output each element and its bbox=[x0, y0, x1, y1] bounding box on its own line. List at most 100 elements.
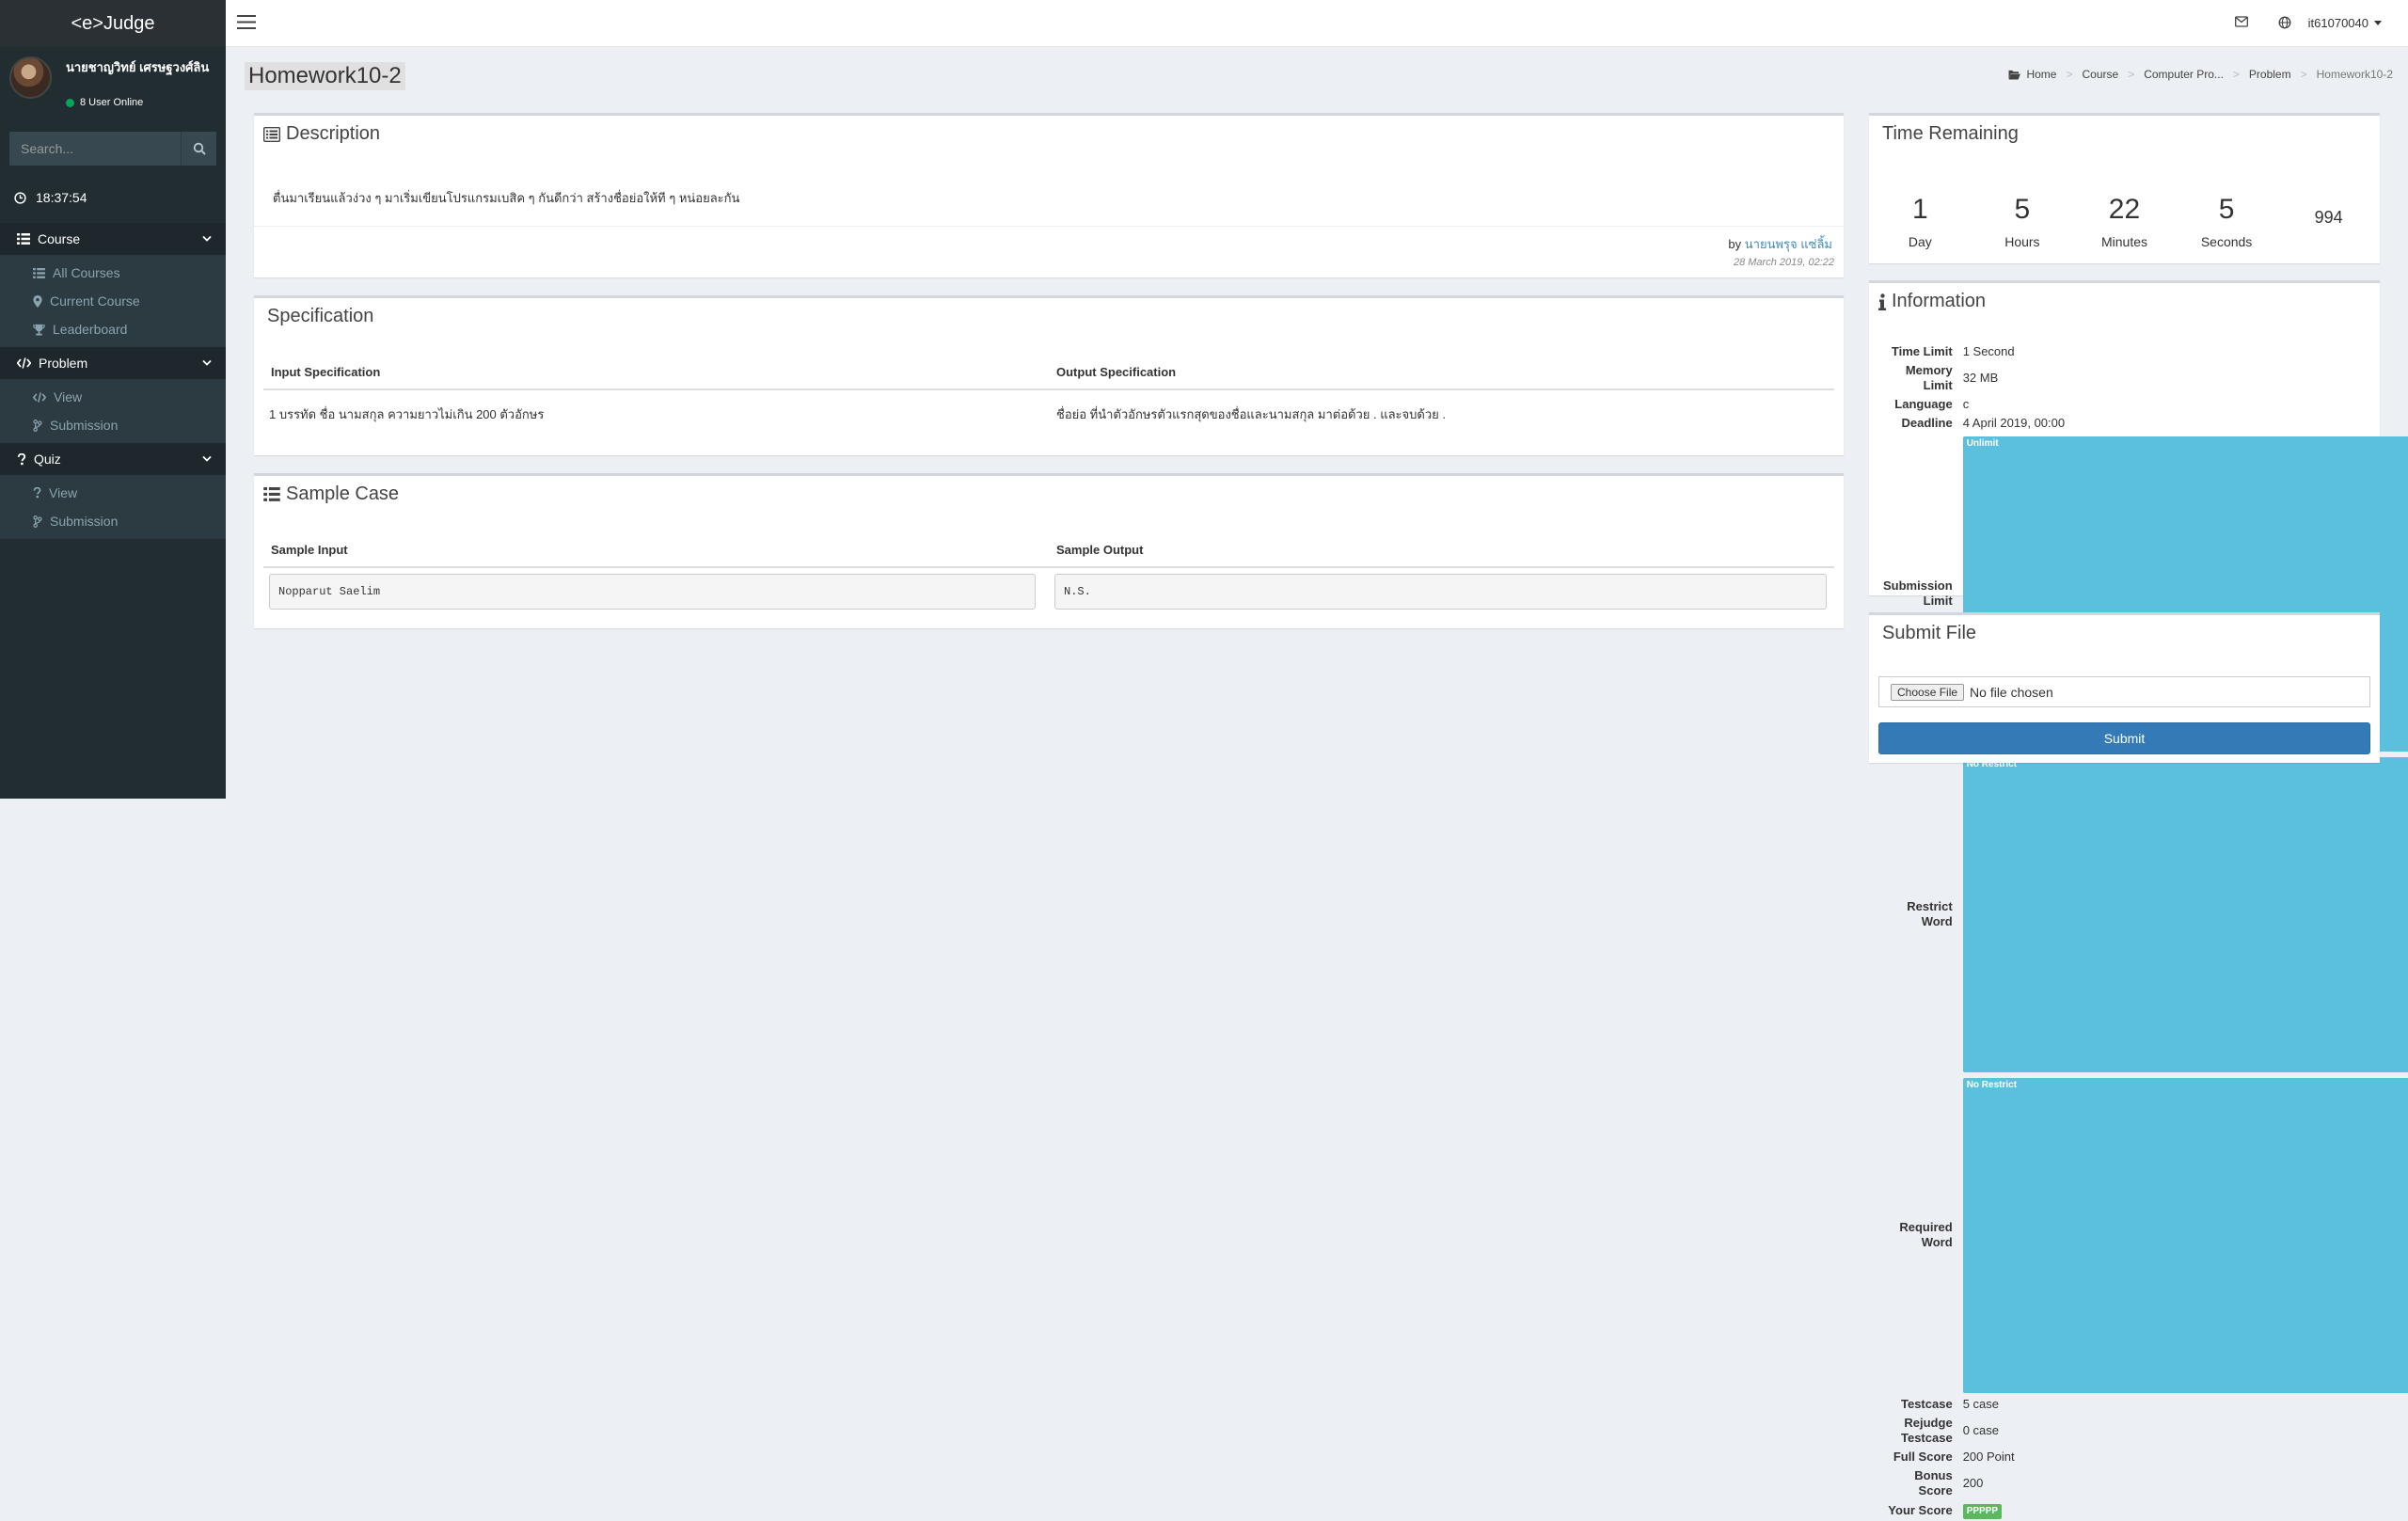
code-icon bbox=[17, 357, 31, 369]
info-row: Restrict Word No Restrict bbox=[1880, 753, 2408, 1074]
file-status: No file chosen bbox=[1970, 684, 2053, 700]
countdown-label: Seconds bbox=[2200, 234, 2253, 249]
sidebar-item-current-course[interactable]: Current Course bbox=[0, 287, 226, 315]
information-title: Information bbox=[1892, 291, 1987, 311]
top-navbar: it61070040 bbox=[226, 0, 2408, 47]
sidebar-item-quiz-view[interactable]: View bbox=[0, 479, 226, 507]
info-key: Deadline bbox=[1901, 416, 1953, 430]
info-row: Memory Limit 32 MB bbox=[1880, 361, 2408, 395]
info-row: Deadline 4 April 2019, 00:00 bbox=[1880, 414, 2408, 433]
info-key: Bonus Score bbox=[1914, 1468, 1953, 1497]
sidebar-search: Search... bbox=[9, 132, 216, 166]
messages-button[interactable] bbox=[2235, 16, 2248, 27]
specification-box: Specification Input Specification Output… bbox=[254, 295, 1844, 455]
question-icon bbox=[17, 452, 26, 465]
search-input[interactable]: Search... bbox=[9, 132, 181, 166]
information-box: Information Time Limit 1 Second Memory Lim… bbox=[1869, 280, 2408, 1519]
countdown-label: Minutes bbox=[2100, 234, 2147, 249]
info-row: Bonus Score 200 bbox=[1880, 1466, 2408, 1500]
info-key: Your Score bbox=[1888, 1503, 1953, 1517]
information-table: Time Limit 1 Second Memory Limit 32 MB Langu… bbox=[1880, 342, 2408, 1521]
code-branch-icon bbox=[33, 419, 42, 432]
description-text: ตื่นมาเรียนแล้วง่วง ๆ มาเริ่มเขียนโปรแกร… bbox=[273, 191, 740, 205]
sidebar-item-all-courses[interactable]: All Courses bbox=[0, 259, 226, 287]
code-branch-icon bbox=[33, 515, 42, 528]
info-badge: No Restrict bbox=[1962, 757, 2408, 1072]
chevron-down-icon bbox=[202, 235, 212, 242]
quiz-submenu: View Submission bbox=[0, 475, 226, 539]
info-row: Rejudge Testcase 0 case bbox=[1880, 1414, 2408, 1448]
sidebar-item-leaderboard[interactable]: Leaderboard bbox=[0, 315, 226, 343]
input-spec-text: 1 บรรทัด ชื่อ นามสกุล ความยาวไม่เกิน 200… bbox=[269, 407, 545, 421]
online-count: 8 User Online bbox=[80, 97, 144, 108]
info-key: Restrict Word bbox=[1907, 898, 1953, 928]
file-input[interactable]: Choose File No file chosen bbox=[1878, 676, 2370, 707]
envelope-icon bbox=[2235, 16, 2248, 27]
info-value: 5 case bbox=[1962, 1397, 1999, 1411]
sidebar-section-quiz[interactable]: Quiz bbox=[0, 443, 226, 475]
countdown-label: Day bbox=[1908, 234, 1932, 249]
course-submenu: All Courses Current Course Leaderboard bbox=[0, 255, 226, 347]
author-line: by นายนพรุจ แซ่ลิ้ม bbox=[1728, 234, 1832, 254]
info-value: 32 MB bbox=[1962, 371, 1999, 385]
globe-icon bbox=[2278, 16, 2291, 29]
search-button[interactable] bbox=[181, 132, 216, 166]
sidebar-item-problem-view[interactable]: View bbox=[0, 383, 226, 411]
info-key: Time Limit bbox=[1891, 344, 1953, 358]
list-icon bbox=[17, 233, 30, 245]
breadcrumb-course[interactable]: Course bbox=[2083, 68, 2119, 81]
submit-button[interactable]: Submit bbox=[1878, 722, 2370, 754]
submit-file-box: Submit File Choose File No file chosen S… bbox=[1869, 612, 2380, 763]
countdown-seconds: 5 Seconds bbox=[2179, 191, 2273, 249]
description-box: Description ตื่นมาเรียนแล้วง่วง ๆ มาเริ่… bbox=[254, 113, 1844, 277]
section-label: Problem bbox=[39, 356, 88, 371]
info-value: 200 bbox=[1962, 1476, 1984, 1490]
time-remaining-box: Time Remaining 1 Day 5 Hours 22 Minutes … bbox=[1869, 113, 2380, 263]
breadcrumb-course-name[interactable]: Computer Pro... bbox=[2144, 68, 2224, 81]
info-row: Testcase 5 case bbox=[1880, 1395, 2408, 1414]
sidebar-section-course[interactable]: Course bbox=[0, 223, 226, 255]
app-logo[interactable]: <e>Judge bbox=[0, 0, 226, 47]
author-link[interactable]: นายนพรุจ แซ่ลิ้ม bbox=[1745, 237, 1832, 251]
info-row: Time Limit 1 Second bbox=[1880, 342, 2408, 361]
sidebar-item-label: View bbox=[54, 389, 83, 404]
sidebar-toggle-button[interactable] bbox=[237, 14, 256, 30]
countdown-milliseconds: 994 bbox=[2282, 191, 2376, 249]
information-header: Information bbox=[1869, 283, 2380, 320]
info-key: Required Word bbox=[1899, 1219, 1953, 1249]
breadcrumb-separator: > bbox=[2232, 68, 2240, 81]
sidebar-section-problem[interactable]: Problem bbox=[0, 347, 226, 379]
breadcrumb: Home > Course > Computer Pro... > Proble… bbox=[2008, 68, 2393, 81]
info-value-cell: No Restrict bbox=[1960, 753, 2408, 1074]
info-row: Your Score PPPPP bbox=[1880, 1500, 2408, 1521]
map-marker-icon bbox=[33, 294, 42, 308]
list-icon bbox=[33, 267, 45, 278]
sidebar-item-problem-submission[interactable]: Submission bbox=[0, 411, 226, 439]
sample-output-code: N.S. bbox=[1054, 574, 1827, 610]
sidebar-item-label: Submission bbox=[50, 514, 119, 529]
breadcrumb-separator: > bbox=[2066, 68, 2073, 81]
list-icon bbox=[263, 487, 280, 501]
caret-down-icon bbox=[2374, 21, 2382, 25]
sidebar-item-quiz-submission[interactable]: Submission bbox=[0, 507, 226, 535]
description-header: Description bbox=[254, 116, 1844, 152]
countdown-days: 1 Day bbox=[1873, 191, 1967, 249]
info-row: Required Word No Restrict bbox=[1880, 1074, 2408, 1395]
avatar bbox=[9, 56, 52, 99]
breadcrumb-home[interactable]: Home bbox=[2026, 68, 2056, 81]
breadcrumb-problem[interactable]: Problem bbox=[2249, 68, 2291, 81]
time-remaining-header: Time Remaining bbox=[1869, 116, 2380, 152]
countdown-value: 5 bbox=[2218, 194, 2235, 225]
sample-input-header: Sample Input bbox=[263, 532, 1049, 568]
info-value: 1 Second bbox=[1962, 344, 2015, 358]
info-row: Full Score 200 Point bbox=[1880, 1448, 2408, 1466]
info-badge: No Restrict bbox=[1962, 1078, 2408, 1393]
clock-icon bbox=[14, 191, 26, 204]
choose-file-button[interactable]: Choose File bbox=[1891, 683, 1965, 701]
countdown-value: 994 bbox=[2314, 208, 2343, 227]
chevron-down-icon bbox=[202, 359, 212, 366]
trophy-icon bbox=[33, 324, 45, 336]
language-button[interactable] bbox=[2278, 16, 2291, 29]
user-menu[interactable]: it61070040 bbox=[2308, 16, 2382, 30]
breadcrumb-current: Homework10-2 bbox=[2316, 68, 2393, 81]
